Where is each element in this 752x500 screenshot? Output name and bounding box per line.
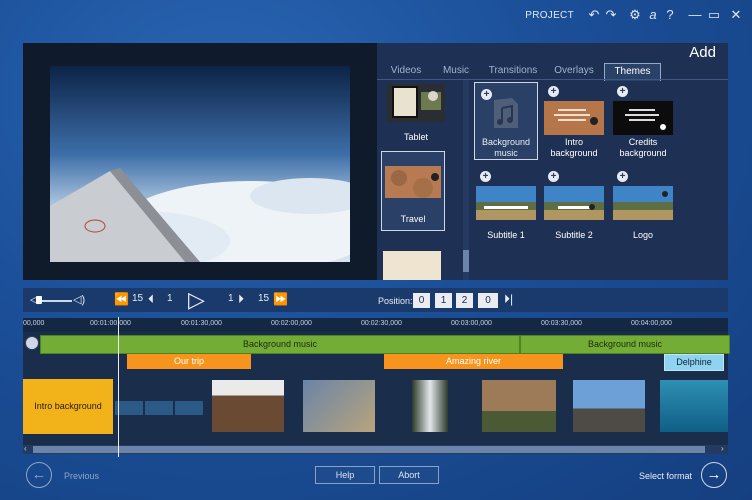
ruler-tick: 00:03:00,000 — [451, 320, 492, 327]
item-subtitle-1[interactable]: + Subtitle 1 — [476, 171, 536, 240]
previous-arrow-icon[interactable]: ← — [26, 462, 52, 488]
frame-back-value: 1 — [167, 293, 173, 304]
tab-divider — [377, 79, 728, 80]
clip-thumbnail[interactable] — [412, 380, 448, 432]
ruler-tick: 00:02:00,000 — [271, 320, 312, 327]
subtitle2-thumbnail — [544, 186, 604, 220]
help-icon[interactable]: ? — [661, 6, 679, 24]
help-button[interactable]: Help — [315, 466, 375, 484]
tab-videos[interactable]: Videos — [385, 63, 427, 79]
travel-thumbnail — [385, 166, 441, 198]
ruler-tick: 00:01:00,000 — [90, 320, 131, 327]
music-note-icon — [494, 98, 518, 128]
add-icon[interactable]: + — [548, 86, 559, 97]
next-label[interactable]: Select format — [639, 471, 692, 481]
undo-icon[interactable]: ↶ — [585, 6, 603, 24]
volume-slider[interactable] — [38, 300, 72, 302]
item-label: Background music — [481, 137, 531, 158]
position-label: Position: — [378, 296, 413, 306]
add-icon[interactable]: + — [548, 171, 559, 182]
ruler-tick: 00:04:00,000 — [631, 320, 672, 327]
item-subtitle-2[interactable]: + Subtitle 2 — [544, 171, 604, 240]
gear-icon[interactable]: ⚙ — [626, 6, 644, 24]
position-field-seconds[interactable]: 2 — [456, 293, 473, 308]
clip-thumbnail[interactable] — [660, 380, 728, 432]
volume-knob[interactable] — [36, 296, 42, 304]
volume-max-icon[interactable]: ◁) — [73, 293, 85, 306]
music-clip[interactable]: Background music — [520, 335, 730, 354]
ruler-tick: 00:01:30,000 — [181, 320, 222, 327]
frame-back-icon[interactable]: ⏴ — [148, 292, 154, 307]
scrollbar-thumb[interactable] — [33, 446, 705, 453]
frame-forward-value: 1 — [228, 293, 234, 304]
ruler-tick: 00:03:30,000 — [541, 320, 582, 327]
jump-to-end-icon[interactable]: ⏵| — [504, 292, 513, 307]
scrollbar-thumb[interactable] — [463, 250, 469, 272]
clip-thumbnail[interactable] — [175, 401, 203, 415]
skip-forward-value: 15 — [258, 293, 270, 304]
video-preview[interactable] — [50, 66, 350, 262]
clip-thumbnail[interactable] — [115, 401, 143, 415]
skip-back-value: 15 — [132, 293, 144, 304]
tab-music[interactable]: Music — [437, 63, 475, 79]
credits-thumbnail — [613, 101, 673, 135]
clip-thumbnail[interactable] — [212, 380, 284, 432]
clip-thumbnail[interactable] — [145, 401, 173, 415]
rewind-icon[interactable]: ⏪ — [114, 292, 129, 306]
theme-tablet[interactable]: Tablet — [385, 84, 447, 142]
tab-transitions[interactable]: Transitions — [485, 63, 541, 79]
abort-button[interactable]: Abort — [379, 466, 439, 484]
intro-clip[interactable]: Intro background — [23, 379, 113, 434]
maximize-button[interactable]: ▭ — [705, 6, 723, 24]
clip-thumbnail[interactable] — [303, 380, 375, 432]
position-field-frames[interactable]: 0 — [478, 293, 498, 308]
tab-overlays[interactable]: Overlays — [549, 63, 599, 79]
logo-thumbnail — [613, 186, 673, 220]
add-icon[interactable]: + — [617, 86, 628, 97]
clip-thumbnail[interactable] — [573, 380, 645, 432]
subtitle1-thumbnail — [476, 186, 536, 220]
item-label: Intro background — [550, 137, 598, 158]
theme-label: Tablet — [403, 132, 429, 142]
item-label: Subtitle 1 — [487, 230, 525, 240]
item-label: Logo — [632, 230, 654, 240]
previous-label[interactable]: Previous — [64, 471, 99, 481]
close-button[interactable]: ✕ — [727, 6, 745, 24]
ruler-tick: 00:02:30,000 — [361, 320, 402, 327]
title-clip[interactable]: Delphine — [664, 354, 724, 371]
ruler-tick: 00,000 — [23, 320, 45, 327]
playhead[interactable] — [118, 317, 119, 457]
item-logo[interactable]: + Logo — [613, 171, 673, 240]
music-clip[interactable]: Background music — [40, 335, 520, 354]
scroll-right-icon[interactable]: › — [721, 444, 724, 453]
title-clip[interactable]: Amazing river — [384, 354, 563, 369]
clip-thumbnail[interactable] — [482, 380, 556, 432]
tablet-thumbnail — [387, 84, 445, 122]
add-icon[interactable]: + — [480, 171, 491, 182]
fast-forward-icon[interactable]: ⏩ — [273, 292, 288, 306]
next-arrow-icon[interactable]: → — [701, 462, 727, 488]
account-icon[interactable]: a — [644, 6, 662, 24]
theme-next-thumbnail[interactable] — [383, 251, 441, 280]
mute-track-icon[interactable] — [25, 336, 39, 350]
project-menu[interactable]: PROJECT — [525, 10, 574, 21]
theme-label: Travel — [400, 214, 426, 224]
item-background-music[interactable]: + Background music — [474, 82, 538, 160]
minimize-button[interactable]: — — [686, 6, 704, 24]
add-button[interactable]: Add — [689, 44, 716, 61]
play-icon[interactable]: ▷ — [188, 287, 205, 313]
redo-icon[interactable]: ↷ — [602, 6, 620, 24]
item-label: Credits background — [619, 137, 667, 158]
scroll-left-icon[interactable]: ‹ — [24, 444, 27, 453]
item-intro-background[interactable]: + Intro background — [544, 86, 604, 159]
frame-forward-icon[interactable]: ⏵ — [238, 292, 244, 307]
item-credits-background[interactable]: + Credits background — [613, 86, 673, 159]
position-field-minutes[interactable]: 1 — [435, 293, 452, 308]
add-icon[interactable]: + — [617, 171, 628, 182]
position-field-hours[interactable]: 0 — [413, 293, 430, 308]
intro-thumbnail — [544, 101, 604, 135]
theme-travel[interactable]: Travel — [381, 151, 445, 231]
title-clip[interactable]: Our trip — [127, 354, 251, 369]
item-label: Subtitle 2 — [555, 230, 593, 240]
